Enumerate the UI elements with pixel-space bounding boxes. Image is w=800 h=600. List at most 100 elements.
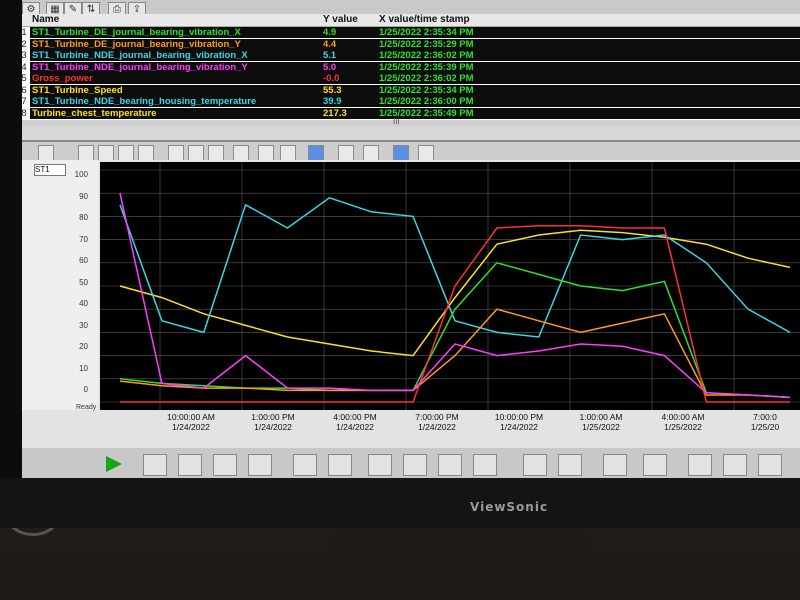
y-tick-label: 80 <box>79 213 88 222</box>
zoom-icon[interactable] <box>168 145 184 161</box>
forward-icon[interactable] <box>118 145 134 161</box>
zoom-area-icon[interactable] <box>208 145 224 161</box>
series-line-0 <box>119 229 791 357</box>
y-tick-label: 100 <box>74 170 88 179</box>
series-name: ST1_Turbine_NDE_journal_bearing_vibratio… <box>32 61 248 73</box>
y-tick-label: 50 <box>79 277 88 287</box>
marker-icon[interactable] <box>418 145 434 161</box>
plot-toolbar <box>18 140 800 162</box>
y-tick-label: 10 <box>79 363 88 373</box>
refresh-icon[interactable] <box>523 454 547 476</box>
arrow-left-icon[interactable] <box>368 454 392 476</box>
table-row[interactable]: 5 Gross_power -0.0 1/25/2022 2:36:02 PM <box>18 73 800 84</box>
grid-icon[interactable] <box>258 145 274 161</box>
series-name: ST1_Turbine_DE_journal_bearing_vibration… <box>32 38 241 50</box>
y-tick-label: 90 <box>79 191 88 201</box>
table-scrollbar[interactable]: III <box>18 117 800 126</box>
x-tick-date: 1/24/2022 <box>336 422 374 432</box>
monitor-icon[interactable] <box>643 454 667 476</box>
trend-chart <box>100 162 800 410</box>
bottom-toolbar <box>18 448 800 480</box>
y-value: 217.3 <box>323 107 347 119</box>
back-icon[interactable] <box>688 454 712 476</box>
header-name: Name <box>32 14 60 25</box>
y-value: 5.1 <box>323 50 337 61</box>
series-name: Gross_power <box>32 73 93 84</box>
arrow-right-icon[interactable] <box>473 454 497 476</box>
table-row[interactable]: 2 ST1_Turbine_DE_journal_bearing_vibratio… <box>18 38 800 50</box>
y-tick-label: 30 <box>79 320 88 330</box>
export-data-icon[interactable] <box>603 454 627 476</box>
monitor-stand <box>330 528 590 600</box>
trend-icon[interactable] <box>248 454 272 476</box>
row-body: Turbine_chest_temperature 217.3 1/25/2022 … <box>30 107 800 119</box>
arrow-up-icon[interactable] <box>403 454 427 476</box>
settings-icon[interactable] <box>38 145 54 161</box>
ruler-icon[interactable] <box>393 145 409 161</box>
table-row[interactable]: 6 ST1_Turbine_Speed 55.3 1/25/2022 2:35:34 … <box>18 84 800 96</box>
series-line-5 <box>119 193 791 399</box>
folder-icon[interactable] <box>178 454 202 476</box>
trend-plot[interactable] <box>100 162 800 410</box>
series-name: ST1_Turbine_NDE_journal_bearing_vibratio… <box>32 50 248 61</box>
values-table: Name Y value X value/time stamp 1 ST1_Tur… <box>18 14 800 120</box>
header-y: Y value <box>323 14 358 25</box>
series-name: ST1_Turbine_DE_journal_bearing_vibration… <box>32 27 241 38</box>
table-icon[interactable] <box>293 454 317 476</box>
monitor: ⚙ ▦ ✎ ⇅ ⎙ ⇪ Name Y value X value/time st… <box>0 0 800 520</box>
print-icon[interactable] <box>338 145 354 161</box>
next-icon[interactable] <box>758 454 782 476</box>
x-tick-date: 1/24/2022 <box>418 422 456 432</box>
chart-icon[interactable] <box>213 454 237 476</box>
x-tick-time: 10:00:00 AM <box>167 412 215 422</box>
row-body: ST1_Turbine_Speed 55.3 1/25/2022 2:35:34 P… <box>30 84 800 96</box>
x-tick-date: 1/24/2022 <box>500 422 538 432</box>
y-axis: ST1 100 90 80 70 60 50 40 30 20 10 0 <box>18 160 98 410</box>
y-value: 55.3 <box>323 84 342 96</box>
clock-icon[interactable] <box>280 145 296 161</box>
arrow-down-icon[interactable] <box>438 454 462 476</box>
stop-icon[interactable] <box>143 454 167 476</box>
x-tick-time: 1:00:00 AM <box>579 412 623 422</box>
row-body: Gross_power -0.0 1/25/2022 2:36:02 PM <box>30 73 800 84</box>
table-row[interactable]: 8 Turbine_chest_temperature 217.3 1/25/2022… <box>18 107 800 119</box>
y-tick-label: 60 <box>79 256 88 265</box>
series-name: ST1_Turbine_Speed <box>32 84 123 96</box>
first-page-icon[interactable] <box>78 145 94 161</box>
x-axis: 10:00:00 AM 1/24/2022 1:00:00 PM 1/24/2022 4… <box>18 410 800 448</box>
scroll-marker: III <box>393 117 400 126</box>
y-value: 39.9 <box>323 96 342 107</box>
pan-icon[interactable] <box>188 145 204 161</box>
table-row[interactable]: 3 ST1_Turbine_NDE_journal_bearing_vibrati… <box>18 50 800 61</box>
x-value: 1/25/2022 2:35:34 PM <box>379 27 474 38</box>
table-row[interactable]: 1 ST1_Turbine_DE_journal_bearing_vibratio… <box>18 27 800 38</box>
x-tick-time: 7:00:00 PM <box>415 412 459 422</box>
export-icon[interactable] <box>328 454 352 476</box>
y-value: 5.0 <box>323 61 337 73</box>
forward-icon[interactable] <box>723 454 747 476</box>
x-value: 1/25/2022 2:35:29 PM <box>379 38 474 50</box>
y-value: 4.9 <box>323 27 337 38</box>
play-icon[interactable] <box>106 456 122 472</box>
y-value: 4.4 <box>323 38 337 50</box>
series-line-3 <box>119 308 791 399</box>
x-tick-date: 1/25/2022 <box>582 422 620 432</box>
x-tick-date: 1/24/2022 <box>254 422 292 432</box>
x-tick-time: 4:00:00 PM <box>333 412 377 422</box>
row-body: ST1_Turbine_DE_journal_bearing_vibration… <box>30 38 800 50</box>
x-value: 1/25/2022 2:35:39 PM <box>379 61 474 73</box>
last-page-icon[interactable] <box>138 145 154 161</box>
pause-icon[interactable] <box>308 145 324 161</box>
table-row[interactable]: 7 ST1_Turbine_NDE_bearing_housing_tempera… <box>18 96 800 107</box>
rewind-icon[interactable] <box>98 145 114 161</box>
x-tick-date: 1/25/2022 <box>664 422 702 432</box>
table-header: Name Y value X value/time stamp <box>18 14 800 27</box>
table-icon[interactable] <box>233 145 249 161</box>
x-value: 1/25/2022 2:36:02 PM <box>379 50 474 61</box>
table-row[interactable]: 4 ST1_Turbine_NDE_journal_bearing_vibrati… <box>18 61 800 73</box>
plot-area: ST1 100 90 80 70 60 50 40 30 20 10 0 <box>18 160 800 410</box>
undo-icon[interactable] <box>558 454 582 476</box>
export-icon[interactable] <box>363 145 379 161</box>
x-tick-time: 7:00:0 <box>753 412 777 422</box>
x-value: 1/25/2022 2:36:02 PM <box>379 73 474 84</box>
